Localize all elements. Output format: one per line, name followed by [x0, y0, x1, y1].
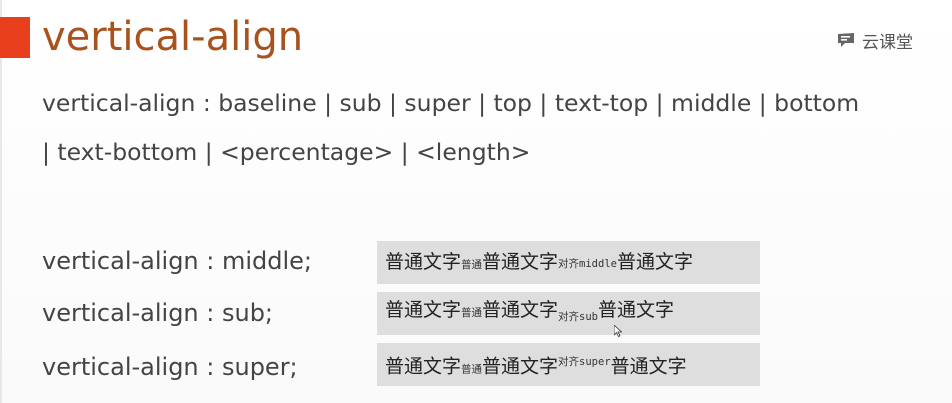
normal-text: 普通文字: [598, 298, 675, 321]
example-label-sub: vertical-align : sub;: [42, 299, 274, 327]
aligned-code: sub: [579, 311, 598, 324]
normal-text: 普通文字: [616, 250, 693, 273]
aligned-text-middle: 对齐middle: [558, 250, 617, 272]
syntax-line-1: vertical-align : baseline | sub | super …: [42, 89, 860, 117]
aligned-text-super: 对齐super: [558, 348, 611, 370]
title-accent-bar: [0, 17, 30, 58]
syntax-line-2: | text-bottom | <percentage> | <length>: [42, 138, 531, 166]
mouse-cursor-icon: [614, 325, 622, 337]
normal-text: 普通文字: [482, 355, 559, 378]
aligned-cjk: 对齐: [558, 257, 580, 270]
demo-text-sub: 普通文字普通普通文字对齐sub普通文字: [385, 296, 674, 332]
normal-text: 普通文字: [610, 355, 687, 378]
demo-text-super: 普通文字普通普通文字对齐super普通文字: [385, 345, 687, 383]
normal-text: 普通文字: [385, 355, 462, 378]
demo-text-middle: 普通文字普通普通文字对齐middle普通文字: [385, 247, 693, 279]
aligned-cjk: 对齐: [558, 311, 580, 324]
normal-text: 普通文字: [385, 298, 462, 321]
example-label-middle: vertical-align : middle;: [42, 247, 313, 275]
brand-logo: 云课堂: [836, 29, 913, 53]
aligned-cjk: 对齐: [558, 356, 580, 369]
aligned-text-sub: 对齐sub: [558, 303, 598, 325]
normal-text: 普通文字: [385, 250, 462, 273]
example-label-super: vertical-align : super;: [42, 353, 298, 381]
normal-text: 普通文字: [482, 298, 559, 321]
demo-box-sub: 普通文字普通普通文字对齐sub普通文字: [377, 292, 760, 335]
small-text: 普通: [461, 258, 483, 271]
aligned-code: super: [579, 356, 611, 369]
slide-title: vertical-align: [42, 14, 304, 60]
demo-box-super: 普通文字普通普通文字对齐super普通文字: [377, 343, 760, 386]
brand-name: 云课堂: [862, 32, 913, 53]
small-text: 普通: [461, 363, 483, 376]
demo-box-middle: 普通文字普通普通文字对齐middle普通文字: [377, 241, 760, 284]
small-text: 普通: [461, 306, 483, 319]
slide-left-border: [0, 0, 2, 403]
screen-logo-icon: [838, 33, 854, 47]
aligned-code: middle: [579, 257, 617, 270]
normal-text: 普通文字: [482, 250, 559, 273]
slide: vertical-align 云课堂 vertical-align : base…: [0, 0, 952, 403]
